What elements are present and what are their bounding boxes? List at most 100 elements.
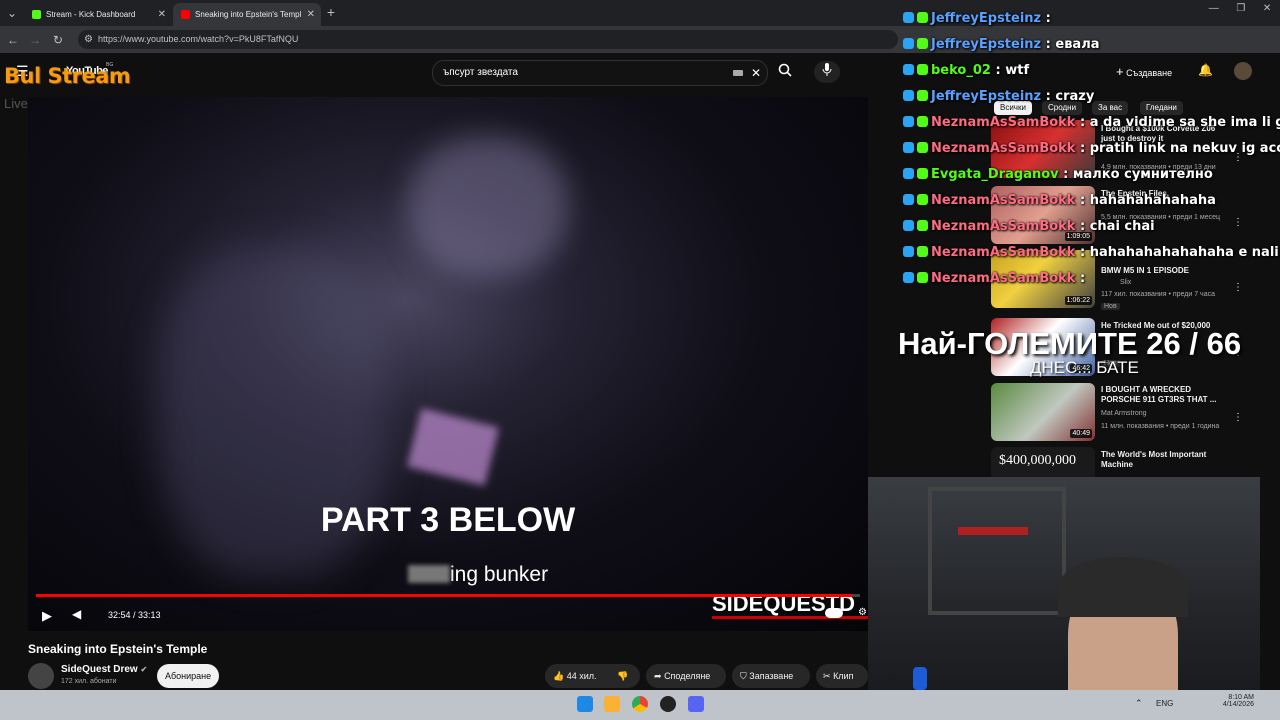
clear-search-icon[interactable]: ✕ — [751, 61, 761, 85]
search-input[interactable]: ъпсурт звездата ✕ — [432, 60, 768, 86]
badge-icon — [917, 90, 928, 101]
like-button[interactable]: 👍 44 хил. — [553, 664, 597, 688]
badge-icon — [903, 272, 914, 283]
chat-separator: : — [1075, 245, 1090, 260]
webcam-feed — [868, 477, 1260, 690]
clock-time: 8:10 AM — [1228, 694, 1254, 701]
chat-username[interactable]: NeznamAsSamBokk — [931, 141, 1075, 156]
tab-youtube-video[interactable]: Sneaking into Epstein's Temple ✕ — [173, 3, 321, 26]
clip-button[interactable]: ✂ Клип — [816, 664, 868, 688]
stream-overlay-headline: Най-ГОЛЕМИТЕ 26 / 66 — [898, 326, 1242, 361]
address-bar[interactable]: ⚙ https://www.youtube.com/watch?v=PkU8FT… — [78, 30, 898, 49]
tab-label: Stream - Kick Dashboard — [46, 10, 136, 19]
sidebar-video-title[interactable]: I BOUGHT A WRECKED PORSCHE 911 GT3RS THA… — [1101, 385, 1231, 405]
tab-search-chevron-icon[interactable]: ⌄ — [3, 4, 21, 22]
notifications-bell-icon[interactable]: 🔔 — [1198, 63, 1213, 77]
file-explorer-icon[interactable] — [604, 696, 620, 712]
chat-username[interactable]: NeznamAsSamBokk — [931, 219, 1075, 234]
chat-separator: : — [1041, 11, 1051, 26]
progress-bar[interactable] — [36, 594, 860, 597]
autoplay-toggle[interactable] — [825, 608, 843, 618]
sidebar-thumbnail[interactable]: $400,000,000 — [991, 447, 1095, 477]
video-player[interactable]: PART 3 BELOW ing bunker SIDEQUESTD ▶ ◀ 3… — [28, 97, 868, 631]
reload-button[interactable]: ↻ — [49, 31, 67, 49]
maximize-button[interactable]: ❐ — [1236, 3, 1245, 14]
browser-tab-strip: ⌄ Stream - Kick Dashboard ✕ Sneaking int… — [0, 0, 1280, 26]
clock[interactable]: 8:10 AM 4/14/2026 — [1218, 694, 1254, 708]
chat-separator: : — [1041, 37, 1056, 52]
video-frame-head — [408, 137, 568, 277]
chat-text: a da vidime sa she ima li gifte — [1089, 115, 1280, 130]
webcam-headset — [1058, 557, 1188, 617]
chat-message: NeznamAsSamBokk : pratih link na nekuv i… — [903, 141, 1280, 156]
badge-icon — [917, 64, 928, 75]
minimize-button[interactable]: — — [1209, 3, 1219, 14]
keyboard-icon[interactable] — [733, 70, 743, 76]
sidebar-thumbnail[interactable]: 40:49 — [991, 383, 1095, 441]
chat-separator: : — [1041, 89, 1056, 104]
subscribe-button[interactable]: Абониране — [157, 664, 220, 688]
url-text: https://www.youtube.com/watch?v=PkU8FTaf… — [98, 34, 299, 44]
avatar[interactable] — [1234, 62, 1252, 80]
badge-icon — [917, 220, 928, 231]
sidebar-more-icons[interactable]: ⋮ ⋮ ⋮ ⋮ ⋮ — [1233, 125, 1243, 450]
volume-icon[interactable]: ◀ — [72, 607, 81, 621]
tab-close-icon[interactable]: ✕ — [307, 3, 315, 26]
time-display: 32:54 / 33:13 — [108, 610, 161, 620]
badge-icon — [903, 64, 914, 75]
settings-gear-icon[interactable]: ⚙ — [858, 607, 867, 618]
share-label: Споделяне — [664, 671, 711, 681]
chat-username[interactable]: JeffreyEpsteinz — [931, 89, 1041, 104]
chat-username[interactable]: JeffreyEpsteinz — [931, 11, 1041, 26]
chat-username[interactable]: Evgata_Draganov — [931, 167, 1059, 182]
badge-icon — [903, 12, 914, 23]
channel-name-row[interactable]: SideQuest Drew ✔ — [61, 664, 147, 675]
windows-start-icon[interactable] — [577, 696, 593, 712]
sidebar-video-title[interactable]: BMW M5 IN 1 EPISODE — [1101, 266, 1231, 276]
chrome-icon[interactable] — [632, 696, 648, 712]
save-button[interactable]: ⛉ Запазване — [732, 664, 810, 688]
video-frame-light — [406, 408, 500, 486]
sidebar-video-title[interactable]: The World's Most Important Machine — [1101, 450, 1231, 470]
search-icon — [778, 63, 792, 77]
site-info-icon[interactable]: ⚙ — [84, 30, 93, 49]
kick-favicon-icon — [32, 10, 41, 19]
back-button[interactable]: ← — [4, 31, 22, 49]
badge-icon — [917, 12, 928, 23]
chat-separator: : — [1075, 271, 1086, 286]
like-count: 44 хил. — [566, 671, 597, 681]
badge-icon — [917, 142, 928, 153]
tray-chevron-icon[interactable]: ⌃ — [1135, 698, 1143, 709]
play-button[interactable]: ▶ — [42, 608, 52, 624]
badge-icon — [903, 38, 914, 49]
tab-close-icon[interactable]: ✕ — [158, 3, 166, 26]
obs-icon[interactable] — [660, 696, 676, 712]
chat-message: JeffreyEpsteinz : crazy — [903, 89, 1094, 104]
chat-separator: : — [1075, 115, 1090, 130]
chat-username[interactable]: NeznamAsSamBokk — [931, 115, 1075, 130]
chat-username[interactable]: JeffreyEpsteinz — [931, 37, 1041, 52]
chat-username[interactable]: NeznamAsSamBokk — [931, 193, 1075, 208]
share-button[interactable]: ➦ Споделяне — [646, 664, 726, 688]
chat-username[interactable]: beko_02 — [931, 63, 991, 78]
chip-watched[interactable]: Гледани — [1140, 101, 1183, 115]
language-indicator[interactable]: ENG — [1156, 699, 1173, 708]
close-window-button[interactable]: ✕ — [1263, 3, 1271, 14]
chip-for-you[interactable]: За вас — [1092, 101, 1129, 115]
tab-kick-dashboard[interactable]: Stream - Kick Dashboard ✕ — [24, 3, 172, 26]
video-duration: 1:06:22 — [1064, 296, 1092, 305]
badge-icon — [917, 38, 928, 49]
chat-username[interactable]: NeznamAsSamBokk — [931, 245, 1075, 260]
voice-search-button[interactable] — [814, 61, 840, 83]
create-button[interactable]: + Създаване — [1116, 64, 1172, 79]
chat-username[interactable]: NeznamAsSamBokk — [931, 271, 1075, 286]
forward-button[interactable]: → — [26, 31, 44, 49]
search-button[interactable] — [770, 60, 800, 84]
dislike-button[interactable]: 👎 — [617, 664, 628, 688]
discord-icon[interactable] — [688, 696, 704, 712]
channel-avatar[interactable] — [28, 663, 54, 689]
chat-text: chai chai — [1089, 219, 1155, 234]
new-tab-button[interactable]: + — [322, 3, 340, 21]
search-value: ъпсурт звездата — [443, 67, 518, 78]
sidebar-video-meta: 117 хил. показвания • преди 7 часа — [1101, 291, 1215, 298]
